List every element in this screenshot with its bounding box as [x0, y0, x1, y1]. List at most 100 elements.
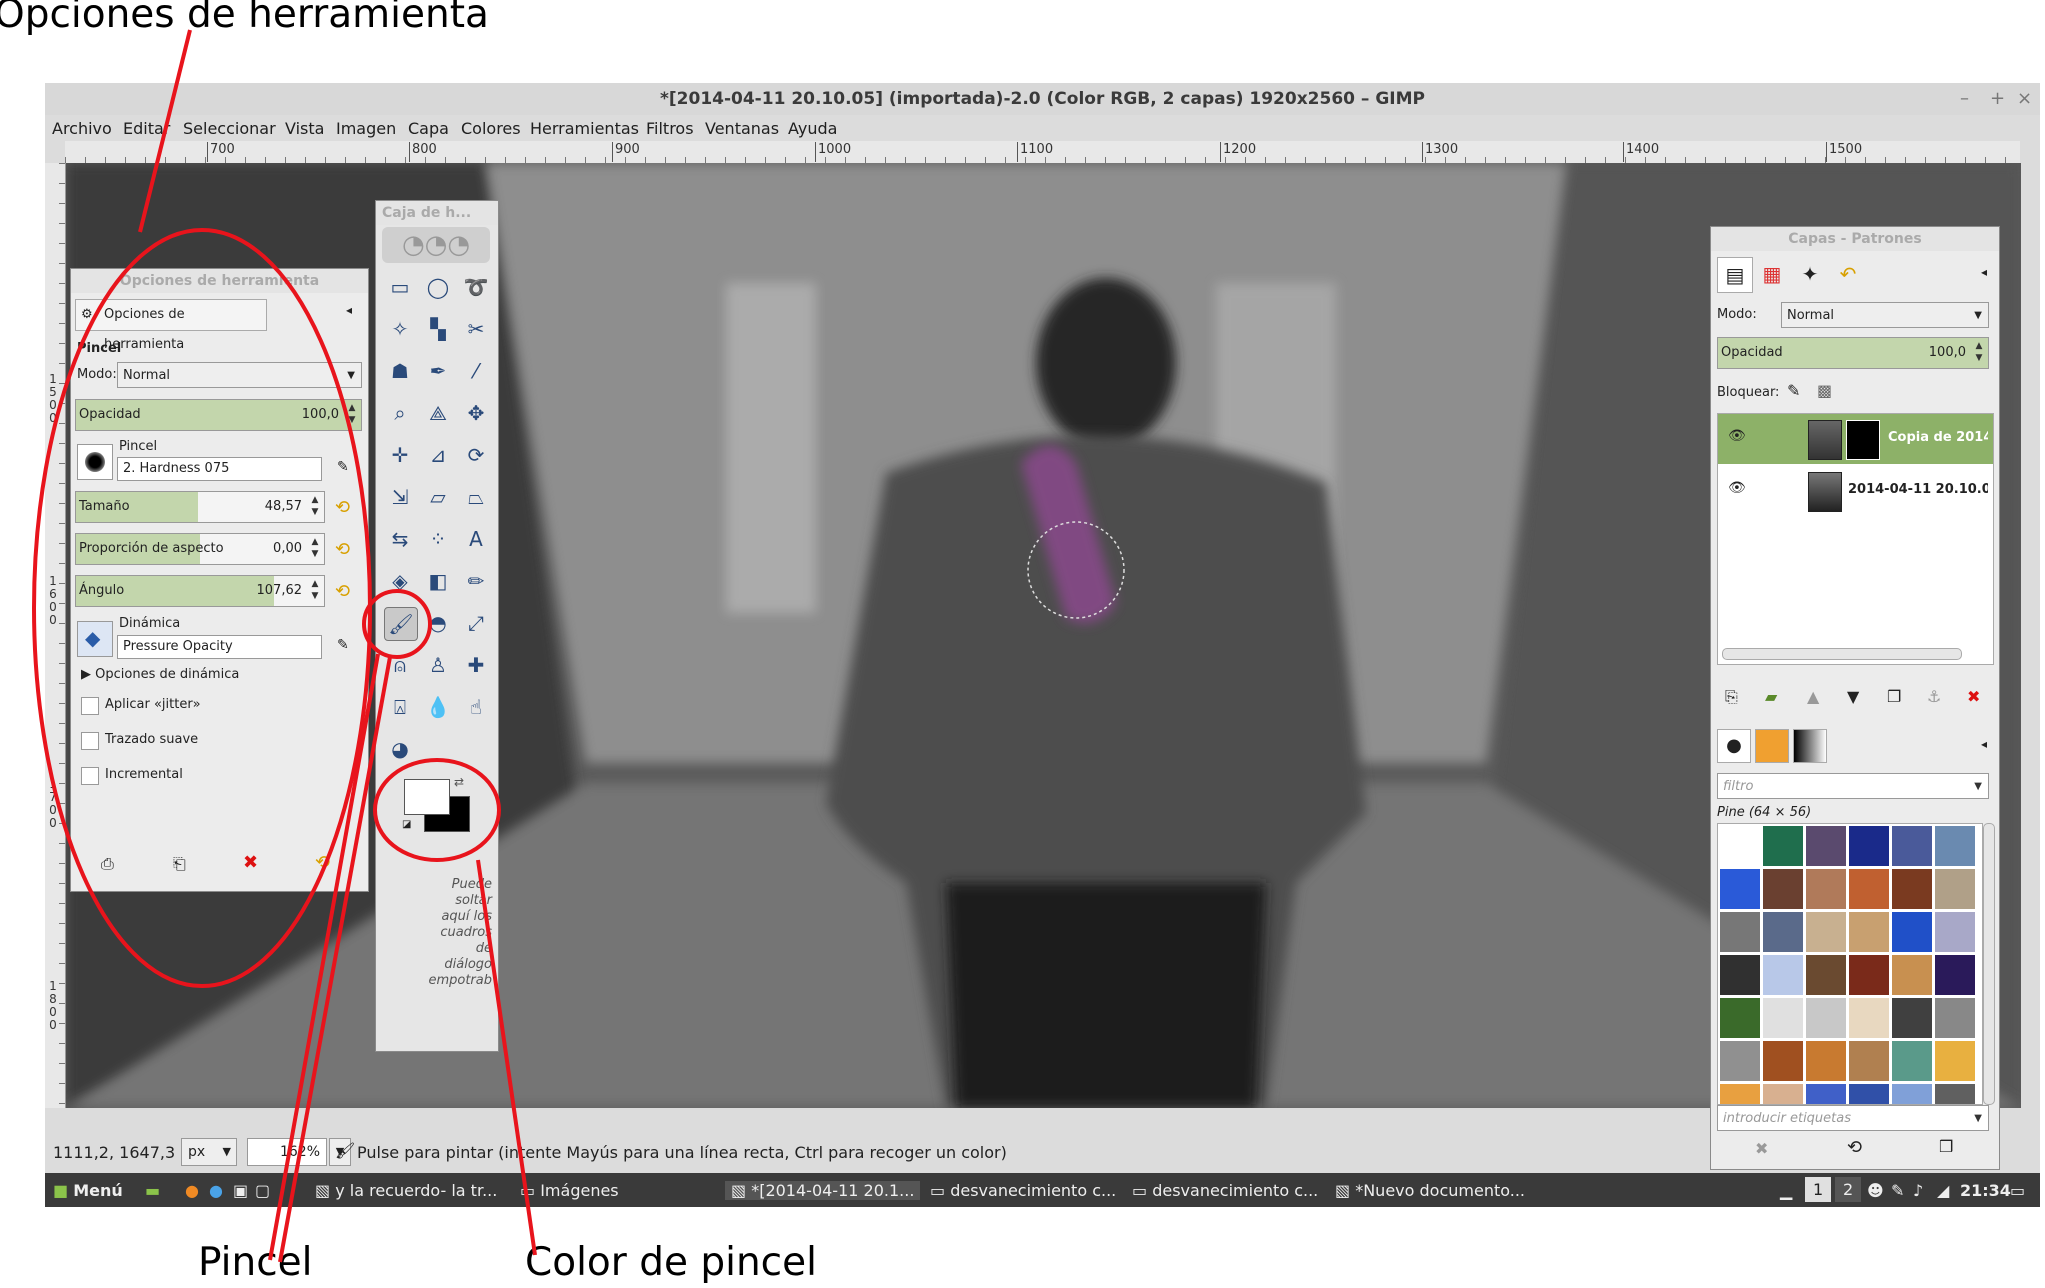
angle-spinner[interactable]: ▲ ▼: [308, 578, 322, 604]
lock-alpha-icon[interactable]: ▩: [1817, 381, 1832, 400]
lower-layer-icon[interactable]: ▼: [1847, 687, 1859, 706]
taskbar-item[interactable]: ▧ y la recuerdo- la tr...: [315, 1181, 497, 1200]
size-spinner[interactable]: ▲ ▼: [308, 494, 322, 520]
opacity-spinner[interactable]: ▲ ▼: [345, 402, 359, 428]
pattern-swatch[interactable]: [1763, 1084, 1803, 1104]
browser-icon[interactable]: ●: [209, 1181, 223, 1200]
patterns-tab[interactable]: [1755, 729, 1789, 763]
taskbar-item[interactable]: ▭ desvanecimiento c...: [930, 1181, 1116, 1200]
crop-icon[interactable]: ⊿: [422, 439, 454, 471]
cage-icon[interactable]: ⁘: [422, 523, 454, 555]
pattern-swatch[interactable]: [1763, 955, 1803, 995]
pattern-swatch[interactable]: [1892, 1084, 1932, 1104]
pattern-swatch[interactable]: [1849, 1084, 1889, 1104]
lock-pixels-icon[interactable]: ✎: [1787, 381, 1800, 400]
paths-icon[interactable]: ✒: [422, 355, 454, 387]
files-icon[interactable]: ▢: [255, 1181, 270, 1200]
taskbar-item[interactable]: ▭ desvanecimiento c...: [1132, 1181, 1318, 1200]
taskbar-item[interactable]: ▭ Imágenes: [520, 1181, 619, 1200]
network-icon[interactable]: ✎: [1891, 1181, 1904, 1200]
layer-opacity-spinner[interactable]: ▲ ▼: [1972, 340, 1986, 366]
delete-pattern-icon[interactable]: ✖: [1755, 1139, 1768, 1158]
paintbrush-icon[interactable]: 🖌: [384, 607, 418, 641]
new-group-icon[interactable]: ▰: [1765, 687, 1777, 706]
angle-slider[interactable]: Ángulo 107,62 ▲ ▼: [75, 575, 325, 607]
clone-icon[interactable]: ♙: [422, 649, 454, 681]
gradients-tab[interactable]: [1793, 729, 1827, 763]
zoom-select[interactable]: 162%: [247, 1138, 327, 1166]
pattern-swatch[interactable]: [1849, 912, 1889, 952]
fuzzy-select-icon[interactable]: ✧: [384, 313, 416, 345]
scale-icon[interactable]: ⇲: [384, 481, 416, 513]
menu-imagen[interactable]: Imagen: [336, 119, 396, 138]
pattern-swatch[interactable]: [1720, 826, 1760, 866]
pattern-swatch[interactable]: [1806, 826, 1846, 866]
layers-dock-header[interactable]: Capas - Patrones: [1711, 227, 1999, 251]
pattern-swatch[interactable]: [1935, 912, 1975, 952]
pattern-swatch[interactable]: [1763, 826, 1803, 866]
blur-icon[interactable]: 💧: [422, 691, 454, 723]
default-colors-icon[interactable]: ◪: [402, 819, 411, 830]
dock-menu-icon[interactable]: ◂: [1981, 737, 1987, 751]
dock-menu-icon[interactable]: ◂: [346, 303, 352, 317]
refresh-patterns-icon[interactable]: ⟲: [1847, 1137, 1862, 1158]
tags-input[interactable]: introducir etiquetas ▼: [1717, 1105, 1989, 1131]
menu-filtros[interactable]: Filtros: [646, 119, 694, 138]
pattern-swatch[interactable]: [1806, 869, 1846, 909]
firefox-icon[interactable]: ●: [185, 1181, 199, 1200]
dynamics-preview[interactable]: ◆: [77, 621, 113, 657]
vertical-ruler[interactable]: 1500 1600 1700 1800: [45, 163, 66, 1108]
pattern-swatch[interactable]: [1806, 1041, 1846, 1081]
menu-colores[interactable]: Colores: [461, 119, 521, 138]
layer-row[interactable]: 👁 Copia de 2014-0: [1718, 414, 1993, 464]
pattern-swatch[interactable]: [1806, 1084, 1846, 1104]
delete-layer-icon[interactable]: ✖: [1967, 687, 1980, 706]
jitter-checkbox[interactable]: [81, 697, 99, 715]
text-icon[interactable]: A: [460, 523, 492, 555]
duplicate-layer-icon[interactable]: ❐: [1887, 687, 1901, 706]
pattern-swatch[interactable]: [1720, 1084, 1760, 1104]
perspective-clone-icon[interactable]: ⍓: [384, 691, 416, 723]
pencil-icon[interactable]: ✏: [460, 565, 492, 597]
close-button[interactable]: ×: [2017, 83, 2032, 115]
move-icon[interactable]: ✥: [460, 397, 492, 429]
raise-layer-icon[interactable]: ▲: [1807, 687, 1819, 706]
pattern-swatch[interactable]: [1892, 998, 1932, 1038]
bucket-fill-icon[interactable]: ◈: [384, 565, 416, 597]
layer-row[interactable]: 👁 2014-04-11 20.10.05: [1718, 466, 1993, 516]
open-pattern-icon[interactable]: ❒: [1939, 1137, 1953, 1156]
menu-vista[interactable]: Vista: [285, 119, 324, 138]
pattern-swatch[interactable]: [1720, 869, 1760, 909]
pattern-filter-input[interactable]: filtro ▼: [1717, 773, 1989, 799]
color-select-icon[interactable]: ▚: [422, 313, 454, 345]
brush-preview[interactable]: [77, 444, 113, 480]
pattern-swatch[interactable]: [1763, 869, 1803, 909]
eraser-icon[interactable]: ◓: [422, 607, 454, 639]
pattern-swatch[interactable]: [1935, 955, 1975, 995]
aspect-slider[interactable]: Proporción de aspecto 0,00 ▲ ▼: [75, 533, 325, 565]
pattern-swatch[interactable]: [1806, 998, 1846, 1038]
flip-icon[interactable]: ⇆: [384, 523, 416, 555]
rect-select-icon[interactable]: ▭: [384, 271, 416, 303]
taskbar-item-active[interactable]: ▧ *[2014-04-11 20.1...: [725, 1181, 921, 1200]
pattern-swatch[interactable]: [1763, 998, 1803, 1038]
layers-tab[interactable]: ▤: [1717, 257, 1753, 293]
shear-icon[interactable]: ▱: [422, 481, 454, 513]
pattern-swatch[interactable]: [1806, 955, 1846, 995]
workspace-2[interactable]: 2: [1835, 1177, 1862, 1202]
pattern-swatch[interactable]: [1892, 869, 1932, 909]
smudge-icon[interactable]: ☝: [460, 691, 492, 723]
menu-editar[interactable]: Editar: [123, 119, 170, 138]
foreground-color-swatch[interactable]: [404, 779, 450, 815]
delete-options-icon[interactable]: ✖: [243, 852, 258, 873]
brushes-tab[interactable]: ●: [1717, 729, 1751, 763]
rotate-icon[interactable]: ⟳: [460, 439, 492, 471]
start-menu-button[interactable]: ■ Menú: [53, 1181, 123, 1200]
pattern-swatch[interactable]: [1892, 955, 1932, 995]
pattern-swatch[interactable]: [1935, 1041, 1975, 1081]
dynamics-name-field[interactable]: Pressure Opacity: [117, 635, 322, 659]
menu-ayuda[interactable]: Ayuda: [788, 119, 837, 138]
channels-tab[interactable]: ▦: [1755, 257, 1789, 291]
taskbar-item[interactable]: ▧ *Nuevo documento...: [1335, 1181, 1525, 1200]
heal-icon[interactable]: ✚: [460, 649, 492, 681]
